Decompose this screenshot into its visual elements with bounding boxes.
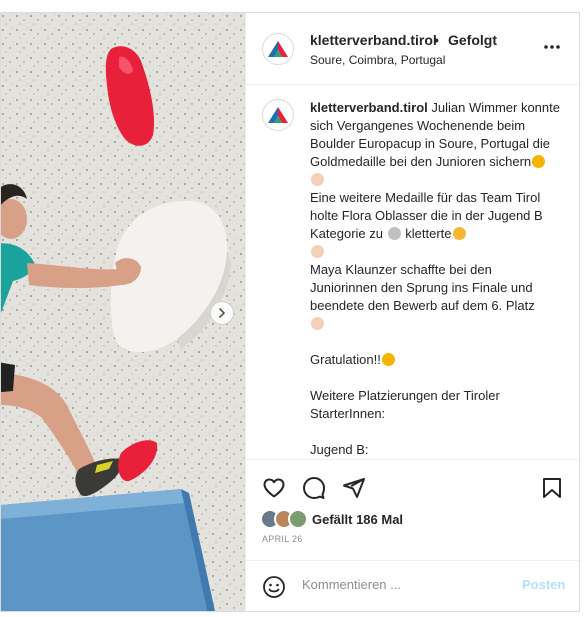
share-icon[interactable] [342,476,366,500]
instagram-post-modal: kletterverband.tirol • Gefolgt Soure, Co… [0,12,580,612]
caption-text: kletterverband.tirol Julian Wimmer konnt… [310,99,560,459]
caption-line: Maya Klaunzer schaffte bei den Juniorinn… [310,262,535,313]
heart-icon[interactable] [262,476,286,500]
avatar[interactable] [262,33,294,65]
liker-avatar [288,509,308,529]
more-horizontal-icon[interactable] [542,37,562,57]
post-date[interactable]: APRIL 26 [262,534,303,544]
kletterverband-logo-icon [268,41,288,57]
caption-area: kletterverband.tirol Julian Wimmer konnt… [246,85,579,459]
header-username[interactable]: kletterverband.tirol [310,32,437,48]
follow-status-button[interactable]: Gefolgt [448,32,497,48]
caption-line: Weitere Platzierungen der Tiroler Starte… [310,388,500,421]
next-photo-button[interactable] [210,301,234,325]
caption-line: kletterte [405,226,452,241]
chevron-right-icon [219,308,225,318]
kletterverband-logo-icon [268,107,288,123]
clapping-hands-emoji-icon [311,245,324,258]
comment-input[interactable]: Kommentieren ... [302,577,401,592]
caption-line: Jugend B: [310,442,369,457]
partying-face-emoji-icon [452,227,466,240]
post-side-panel: kletterverband.tirol • Gefolgt Soure, Co… [245,13,579,611]
comment-bar: Kommentieren ... Posten [246,560,579,611]
silver-medal-emoji-icon [387,227,401,240]
star-struck-emoji-icon [532,155,546,168]
post-photo[interactable] [1,13,245,611]
caption-avatar[interactable] [262,99,294,131]
post-comment-button[interactable]: Posten [522,577,565,592]
smiley-icon[interactable] [262,575,286,599]
flexed-biceps-emoji-icon [311,173,324,186]
heart-eyes-emoji-icon [381,353,395,366]
palms-up-emoji-icon [311,317,324,330]
header-separator: • [434,32,439,48]
bouldering-photo [1,13,245,611]
caption-line: Gratulation!! [310,352,381,367]
bookmark-icon[interactable] [540,476,564,500]
post-location[interactable]: Soure, Coimbra, Portugal [310,53,445,67]
post-actions: Gefällt 186 Mal APRIL 26 Kommentieren ..… [246,459,579,611]
post-header: kletterverband.tirol • Gefolgt Soure, Co… [246,13,579,85]
likes-count[interactable]: Gefällt 186 Mal [312,512,403,527]
likes-row[interactable]: Gefällt 186 Mal [260,508,403,530]
comment-icon[interactable] [302,476,326,500]
caption-username[interactable]: kletterverband.tirol [310,100,428,115]
